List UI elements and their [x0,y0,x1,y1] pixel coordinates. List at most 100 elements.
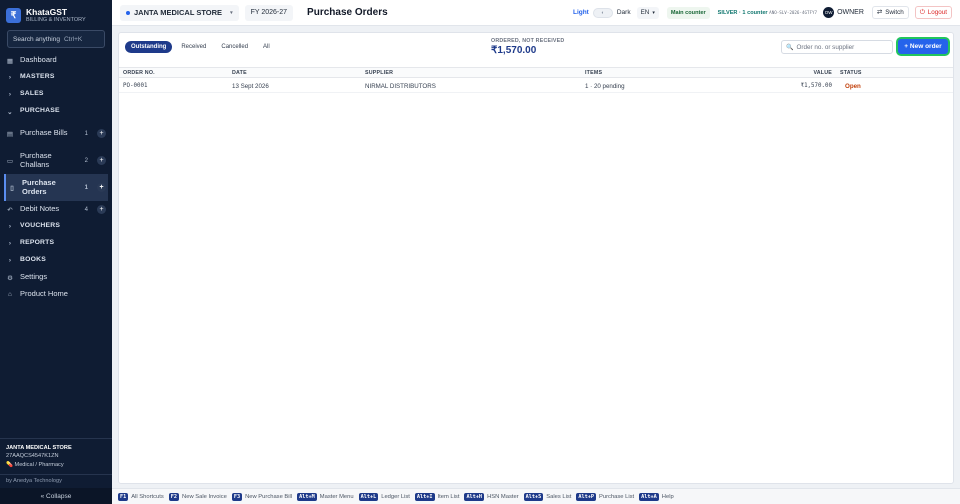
shortcut-label: Sales List [546,493,572,500]
add-icon[interactable]: + [97,183,106,192]
toggle-switch[interactable]: ◐ [592,7,613,18]
sidebar-item-settings[interactable]: ⚙ Settings [0,269,112,286]
sidebar-item-label: Purchase Challans [20,151,52,169]
chevron-icon: ⌄ [7,108,13,116]
column-header-supplier[interactable]: SUPPLIER [365,70,393,76]
sidebar-item-books[interactable]: › BOOKS [0,252,112,269]
filter-cancelled[interactable]: Cancelled [215,41,254,53]
shortcut-label: All Shortcuts [131,493,164,500]
byline: by Anedya Technology [0,474,112,488]
store-info-name: JANTA MEDICAL STORE [6,444,72,451]
collapse-sidebar-button[interactable]: « Collapse [0,488,112,504]
purchase-challans-icon: ▭ [6,157,14,165]
brand[interactable]: ₹ KhataGST BILLING & INVENTORY [0,0,112,30]
chevron-icon: › [8,74,12,81]
chevron-icon: › [8,91,12,98]
chevron-down-icon: ▾ [652,9,655,16]
order-search-input[interactable]: 🔍 Order no. or supplier [781,40,893,54]
sidebar-item-dashboard[interactable]: ▦ Dashboard [0,52,112,69]
brand-title: KhataGST [26,6,68,17]
sidebar-item-product-home[interactable]: ⌂ Product Home [0,286,112,303]
search-placeholder: Search anything [13,35,60,43]
shortcut-key: F1 [118,492,129,501]
table-header: ORDER NO. DATE SUPPLIER ITEMS VALUE STAT… [119,67,953,78]
sidebar-item-label: Product Home [20,289,68,299]
shortcut-key: Alt+I [414,492,435,501]
power-icon: ⏻ [919,8,925,16]
column-header-value[interactable]: VALUE [813,70,832,76]
fy-selector[interactable]: FY 2026-27 [244,4,294,21]
purchase-orders-icon: ▯ [10,184,14,192]
orders-controls: Outstanding Received Cancelled All ORDERED,… [119,33,953,63]
shortcut-item-list[interactable]: Alt+I Item List [414,492,459,501]
chevron-icon: › [8,240,12,247]
column-header-order[interactable]: ORDER NO. [123,70,155,76]
order-search-placeholder: Order no. or supplier [796,43,855,51]
sidebar-item-purchase-challans[interactable]: ▭ Purchase Challans 2 + [0,147,112,174]
settings-icon: ⚙ [7,274,13,282]
column-header-status[interactable]: STATUS [840,70,862,76]
table-row[interactable]: PO-0001 13 Sept 2026 NIRMAL DISTRIBUTORS… [119,79,953,93]
topbar: JANTA MEDICAL STORE ▾ FY 2026-27 Purchas… [112,0,960,26]
shortcut-purchase-list[interactable]: Alt+P Purchase List [576,492,635,501]
column-header-date[interactable]: DATE [232,70,247,76]
language-label: EN [640,9,650,16]
shortcut-label: Purchase List [599,493,635,500]
shortcut-hsn-master[interactable]: Alt+H HSN Master [464,492,519,501]
search-shortcut: Ctrl+K [63,35,83,43]
cell-supplier: NIRMAL DISTRIBUTORS [365,83,436,90]
add-icon[interactable]: + [97,205,106,214]
plan-code: ANO-SLV-2026-4GTFY7 [769,9,818,15]
shortcut-all-shortcuts[interactable]: F1 All Shortcuts [118,492,164,501]
plan-badge: SILVER · 1 counter ANO-SLV-2026-4GTFY7 [718,10,817,16]
chevron-icon: › [8,223,12,230]
sidebar-item-sales[interactable]: › SALES [0,86,112,103]
sidebar-item-purchase-bills[interactable]: ▤ Purchase Bills 1 + [0,120,112,147]
sidebar-item-reports[interactable]: › REPORTS [0,235,112,252]
shortcut-key: Alt+M [297,492,317,501]
sidebar-item-debit-notes[interactable]: ↶ Debit Notes 4 + [0,201,112,218]
sidebar-item-label: Settings [20,272,48,282]
store-selector[interactable]: JANTA MEDICAL STORE ▾ [120,4,239,21]
theme-toggle[interactable]: Light ◐ Dark [573,7,631,18]
filter-all[interactable]: All [257,41,276,53]
shortcut-key: Alt+L [358,492,379,501]
sidebar-item-purchase[interactable]: ⌄ PURCHASE [0,103,112,120]
store-info: JANTA MEDICAL STORE 27AAQCS4547K1ZN 💊 Me… [0,437,112,475]
sidebar-item-vouchers[interactable]: › VOUCHERS [0,218,112,235]
logout-button[interactable]: ⏻ Logout [914,6,952,19]
avatar[interactable]: OW [823,7,835,18]
shortcut-sales-list[interactable]: Alt+S Sales List [523,492,572,501]
shortcut-new-sale-invoice[interactable]: F2 New Sale Invoice [168,492,227,501]
column-header-items[interactable]: ITEMS [585,70,602,76]
filter-outstanding[interactable]: Outstanding [125,41,173,53]
cell-value: ₹1,570.00 [800,83,832,89]
sidebar-item-label: Purchase Bills [20,128,68,138]
pill-icon: 💊 [6,461,13,468]
shortcut-key: Alt+A [639,492,659,501]
shortcut-ledger-list[interactable]: Alt+L Ledger List [358,492,410,501]
shortcut-label: New Sale Invoice [182,493,227,500]
purchase-bills-icon: ▤ [6,130,14,138]
language-selector[interactable]: EN ▾ [636,6,659,19]
sidebar-item-label: Purchase Orders [22,178,56,196]
add-icon[interactable]: + [97,129,106,138]
shortcut-help[interactable]: Alt+A Help [639,492,674,501]
sidebar-item-masters[interactable]: › MASTERS [0,69,112,86]
outstanding-summary: ORDERED, NOT RECEIVED ₹1,570.00 [491,38,564,56]
switch-button[interactable]: ⇄ Switch [871,6,909,19]
rupee-logo-icon: ₹ [6,7,21,23]
sidebar-item-label: MASTERS [20,73,55,81]
global-search-input[interactable]: Search anything Ctrl+K [7,30,105,48]
sidebar-item-purchase-orders[interactable]: ▯ Purchase Orders 1 + [4,174,108,201]
cell-order-no[interactable]: PO-0001 [123,83,147,89]
debit-notes-icon: ↶ [7,206,13,214]
shortcut-key: F3 [231,492,243,501]
shortcut-master-menu[interactable]: Alt+M Master Menu [297,492,354,501]
switch-label: Switch [885,9,904,16]
new-order-button[interactable]: + New order [898,39,948,54]
shortcut-label: Master Menu [319,493,354,500]
filter-received[interactable]: Received [175,41,212,53]
add-icon[interactable]: + [97,156,106,165]
shortcut-new-purchase-bill[interactable]: F3 New Purchase Bill [231,492,292,501]
